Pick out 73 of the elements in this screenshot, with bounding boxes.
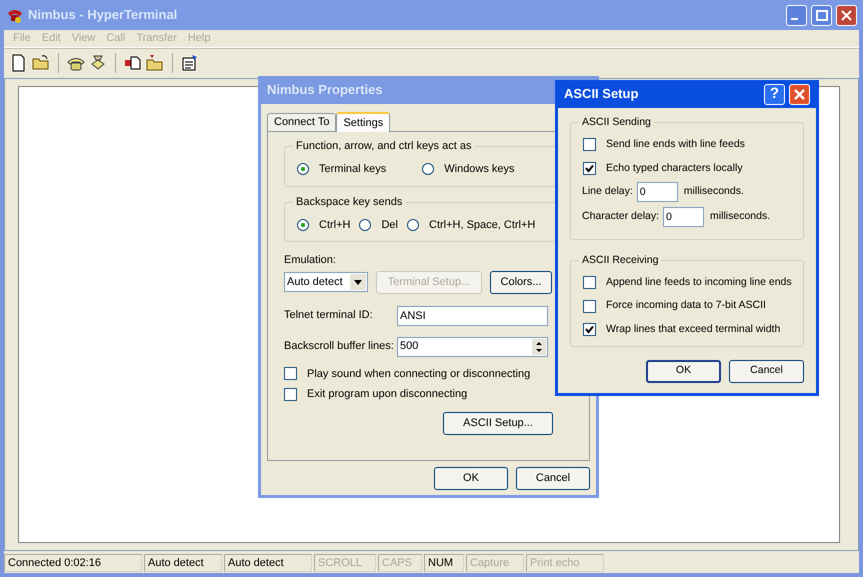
field-label: Telnet terminal ID: xyxy=(284,308,374,324)
field-label: Backscroll buffer lines: xyxy=(284,339,395,354)
dialog-title: Nimbus Properties xyxy=(267,81,383,100)
folder-icon[interactable] xyxy=(32,54,50,72)
dropdown[interactable]: Auto detect xyxy=(284,272,368,292)
checkbox[interactable] xyxy=(583,276,596,289)
unit-label: milliseconds. xyxy=(710,208,770,224)
checkbox-label: Force incoming data to 7-bit ASCII xyxy=(606,298,766,314)
status-panel: Auto detect xyxy=(144,554,222,572)
properties-icon[interactable] xyxy=(181,54,199,72)
status-panel: Capture xyxy=(466,554,524,572)
radio-label: Windows keys xyxy=(444,162,515,177)
checkbox[interactable] xyxy=(583,162,596,176)
status-panel: SCROLL xyxy=(314,554,376,572)
push-button[interactable]: OK xyxy=(646,360,721,383)
close-button[interactable] xyxy=(836,4,857,26)
checkbox-label: Play sound when connecting or disconnecting xyxy=(307,366,530,382)
text-field[interactable]: 0 xyxy=(663,206,704,226)
radio-label: Ctrl+H, Space, Ctrl+H xyxy=(429,218,536,232)
status-panel: CAPS xyxy=(378,554,422,572)
checkbox-label: Send line ends with line feeds xyxy=(606,137,745,152)
radio-button[interactable] xyxy=(407,218,419,231)
checkbox[interactable] xyxy=(583,300,596,313)
checkbox[interactable] xyxy=(284,367,297,380)
checkbox[interactable] xyxy=(583,138,596,152)
checkbox-label: Append line feeds to incoming line ends xyxy=(606,274,792,290)
push-button[interactable]: OK xyxy=(434,467,508,490)
field-label: Emulation: xyxy=(284,253,337,268)
text-field[interactable]: ANSI xyxy=(397,306,548,326)
checkbox-label: Exit program upon disconnecting xyxy=(307,387,468,402)
tab[interactable]: Connect To xyxy=(267,113,336,131)
help-button[interactable]: ? xyxy=(764,84,785,104)
window-title: Nimbus - HyperTerminal xyxy=(28,6,178,24)
minimize-icon xyxy=(791,18,798,20)
checkbox-label: Wrap lines that exceed terminal width xyxy=(606,322,780,337)
maximize-button[interactable] xyxy=(811,4,832,26)
status-panel: Print echo xyxy=(526,554,604,572)
push-button[interactable]: Cancel xyxy=(516,467,590,490)
field-label: Character delay: xyxy=(582,208,660,224)
push-button[interactable]: Colors... xyxy=(490,270,552,294)
radio-button[interactable] xyxy=(359,218,372,231)
checkbox-label: Echo typed characters locally xyxy=(606,160,743,176)
tab[interactable]: Settings xyxy=(336,112,390,132)
radio-label: Ctrl+H xyxy=(319,218,350,232)
radio-button[interactable] xyxy=(297,218,309,231)
spin-arrows-icon[interactable] xyxy=(532,338,546,354)
status-panel: NUM xyxy=(424,554,464,572)
maximize-icon xyxy=(816,10,828,20)
close-icon xyxy=(841,10,852,20)
push-button[interactable]: ASCII Setup... xyxy=(443,412,553,434)
group-title: Backspace key sends xyxy=(293,194,406,208)
minimize-button[interactable] xyxy=(786,4,807,26)
group-title: ASCII Sending xyxy=(579,115,654,129)
radio-button[interactable] xyxy=(297,163,309,176)
field-label: Line delay: xyxy=(582,184,633,199)
group-title: ASCII Receiving xyxy=(579,252,662,266)
pages-icon[interactable] xyxy=(124,54,142,72)
radio-button[interactable] xyxy=(422,163,434,176)
unit-label: milliseconds. xyxy=(684,184,744,199)
push-button[interactable]: Cancel xyxy=(729,360,804,383)
telephone-icon xyxy=(6,7,24,23)
group-title: Function, arrow, and ctrl keys act as xyxy=(293,139,474,153)
text-field[interactable]: 0 xyxy=(636,182,678,202)
status-panel: Auto detect xyxy=(224,554,312,572)
checkbox[interactable] xyxy=(583,323,596,336)
dialog-title: ASCII Setup xyxy=(564,85,638,104)
close-button[interactable] xyxy=(789,84,810,104)
status-panel: Connected 0:02:16 xyxy=(4,554,142,572)
checkbox[interactable] xyxy=(284,388,297,401)
spin-box[interactable]: 500 xyxy=(397,336,548,356)
radio-label: Del xyxy=(381,218,398,232)
folder-arrow-icon[interactable] xyxy=(146,54,164,72)
radio-label: Terminal keys xyxy=(319,162,386,177)
